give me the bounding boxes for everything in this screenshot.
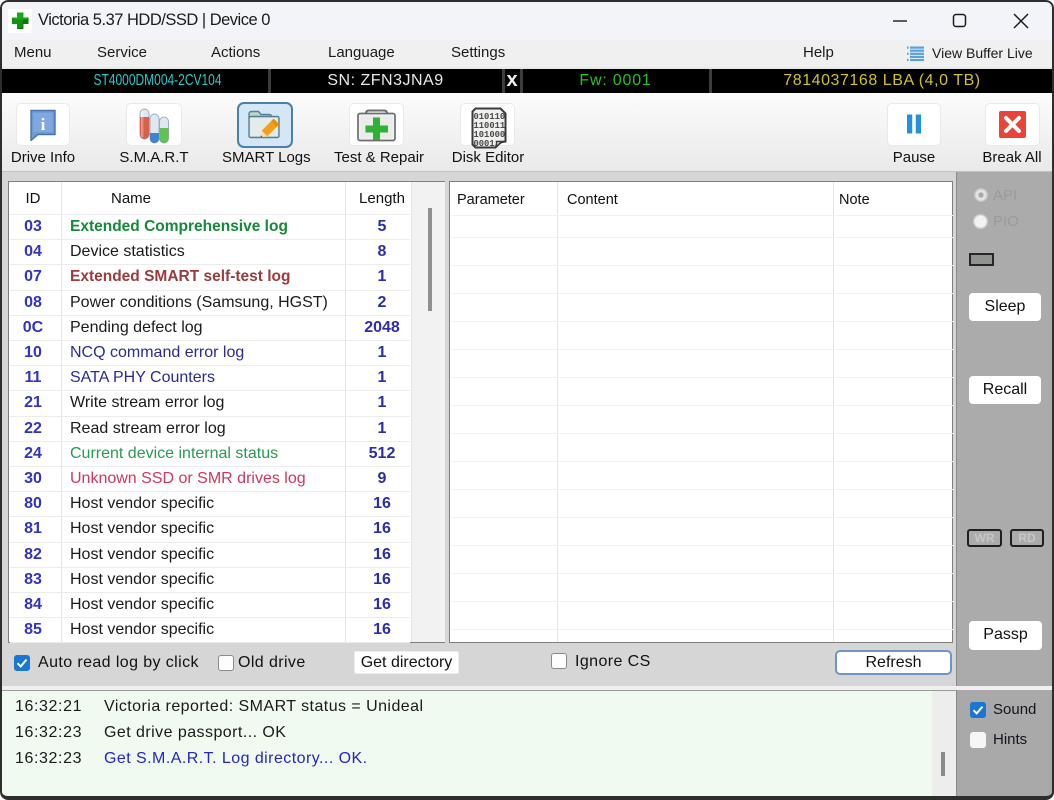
svg-text:0001: 0001 [473,139,494,149]
svg-text:i: i [41,115,46,134]
